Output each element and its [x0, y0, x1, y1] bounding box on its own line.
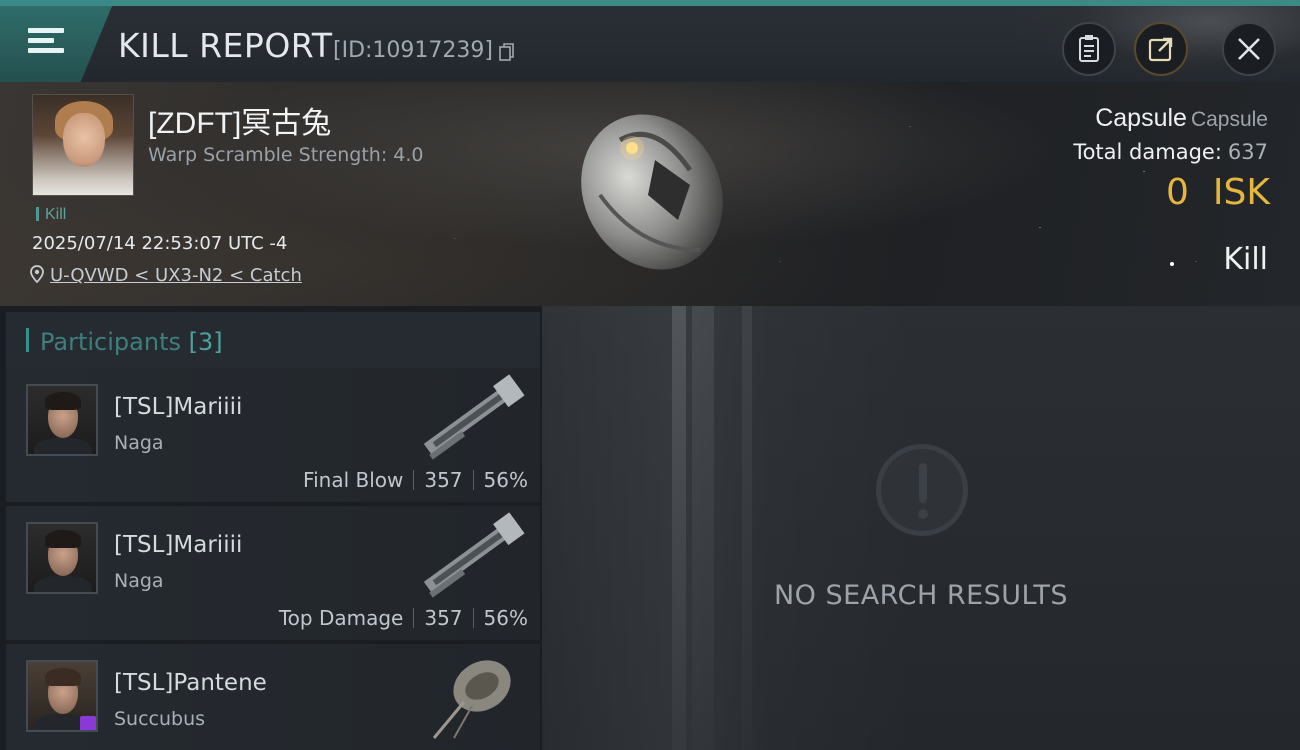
victim-hero: [ZDFT]冥古兔 Warp Scramble Strength: 4.0 Ki… [0, 82, 1300, 306]
menu-button[interactable] [0, 6, 112, 82]
location-pin-icon [30, 265, 44, 284]
warp-scramble-strength: Warp Scramble Strength: 4.0 [148, 144, 424, 166]
victim-avatar[interactable] [32, 94, 134, 196]
kill-result: Kill [1223, 242, 1268, 277]
top-bar: KILL REPORT [ID:10917239] [0, 0, 1300, 88]
kill-timestamp: 2025/07/14 22:53:07 UTC -4 [32, 233, 288, 254]
participants-panel: Participants [3] [TSL]Mariiii Naga Final… [0, 306, 542, 750]
weapon-icon [423, 512, 525, 598]
participant-avatar[interactable] [26, 522, 98, 594]
participant-row[interactable]: [TSL]Mariiii Naga Top Damage 357 56% [6, 506, 540, 640]
kill-tag: Kill [36, 206, 66, 224]
page-title: KILL REPORT [118, 26, 333, 65]
no-results-message: NO SEARCH RESULTS [773, 580, 1069, 611]
participant-row[interactable]: [TSL]Pantene Succubus [6, 644, 540, 750]
menu-icon [28, 26, 64, 56]
participant-name: [TSL]Mariiii [114, 532, 243, 558]
copy-icon[interactable] [499, 42, 515, 62]
participant-stats: Final Blow 357 56% [303, 468, 528, 492]
close-icon [1238, 38, 1260, 60]
participants-header: Participants [3] [6, 312, 540, 368]
participant-avatar[interactable] [26, 384, 98, 456]
participant-avatar[interactable] [26, 660, 98, 732]
kill-location[interactable]: U-QVWD < UX3-N2 < Catch [30, 265, 302, 286]
capsule-ship-image [581, 114, 723, 270]
badge-icon [80, 716, 96, 730]
drone-icon [432, 660, 511, 739]
participant-stats: Top Damage 357 56% [278, 606, 528, 630]
participant-row[interactable]: [TSL]Mariiii Naga Final Blow 357 56% [6, 368, 540, 502]
exclamation-icon [876, 444, 968, 536]
participant-ship: Naga [114, 570, 164, 592]
close-button[interactable] [1222, 22, 1276, 76]
share-button[interactable] [1134, 22, 1188, 76]
isk-value: 0 ISK [1166, 172, 1270, 213]
participant-ship: Naga [114, 432, 164, 454]
result-dot [1170, 262, 1174, 266]
share-icon [1148, 37, 1173, 62]
participant-name: [TSL]Pantene [114, 670, 267, 696]
clipboard-icon [1079, 35, 1099, 62]
total-damage: Total damage: 637 [1073, 140, 1268, 164]
participant-name: [TSL]Mariiii [114, 394, 243, 420]
ship-type: Capsule Capsule [1095, 104, 1268, 132]
details-panel: NO SEARCH RESULTS [542, 306, 1300, 750]
clipboard-button[interactable] [1062, 22, 1116, 76]
weapon-icon [423, 374, 525, 460]
report-id: [ID:10917239] [333, 38, 493, 63]
victim-name[interactable]: [ZDFT]冥古兔 [148, 98, 331, 142]
participant-ship: Succubus [114, 708, 206, 730]
